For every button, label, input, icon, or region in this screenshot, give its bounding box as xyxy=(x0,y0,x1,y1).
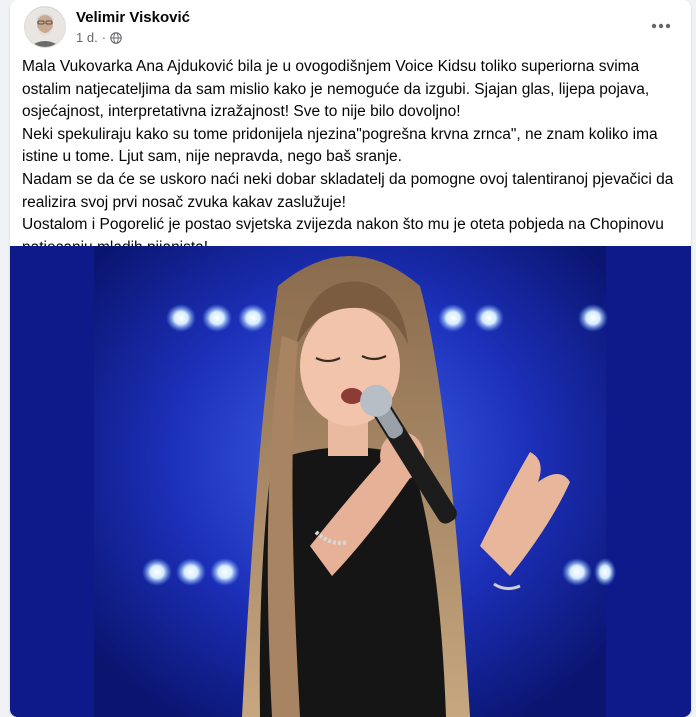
post-text: Mala Vukovarka Ana Ajduković bila je u o… xyxy=(22,56,674,259)
author-name[interactable]: Velimir Visković xyxy=(76,9,190,26)
post-time[interactable]: 1 d. xyxy=(76,30,98,45)
post-paragraph: Nadam se da će se uskoro naći neki dobar… xyxy=(22,170,674,211)
more-options-button[interactable] xyxy=(645,10,677,42)
globe-icon xyxy=(110,31,122,44)
meta-separator: · xyxy=(101,30,107,45)
post-paragraph: Neki spekuliraju kako su tome pridonijel… xyxy=(22,125,658,166)
author-avatar[interactable] xyxy=(24,6,66,48)
singer-photo-illustration xyxy=(10,246,691,717)
post-photo[interactable] xyxy=(10,246,691,717)
post-header: Velimir Visković 1 d. · xyxy=(10,0,691,54)
feed-post: Velimir Visković 1 d. · Mala Vukovarka A… xyxy=(10,0,691,717)
post-meta: 1 d. · xyxy=(76,30,122,45)
more-horizontal-icon xyxy=(651,23,671,29)
post-paragraph: Mala Vukovarka Ana Ajduković bila je u o… xyxy=(22,58,650,121)
